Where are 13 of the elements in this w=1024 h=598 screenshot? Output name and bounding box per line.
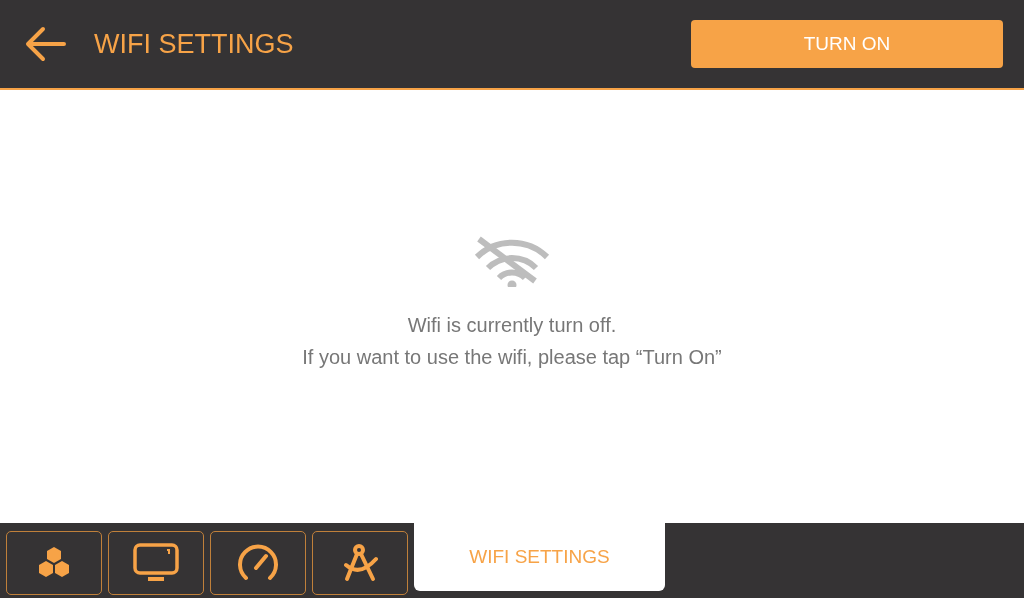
status-message: Wifi is currently turn off. If you want to use the wifi, please tap “Turn On” [302, 313, 722, 370]
tab[interactable] [6, 531, 102, 595]
tab[interactable] [210, 531, 306, 595]
speedometer-icon [238, 544, 278, 582]
tab[interactable]: WIFI SETTINGS [414, 523, 665, 591]
page-title: WIFI SETTINGS [94, 28, 295, 60]
compass-drawing-icon [342, 543, 378, 583]
monitor-icon [133, 543, 179, 583]
tab[interactable] [312, 531, 408, 595]
tab[interactable] [108, 531, 204, 595]
cubes-icon [36, 546, 72, 580]
back-arrow-icon[interactable] [24, 26, 66, 62]
turn-on-button[interactable]: TURN ON [691, 20, 1003, 68]
